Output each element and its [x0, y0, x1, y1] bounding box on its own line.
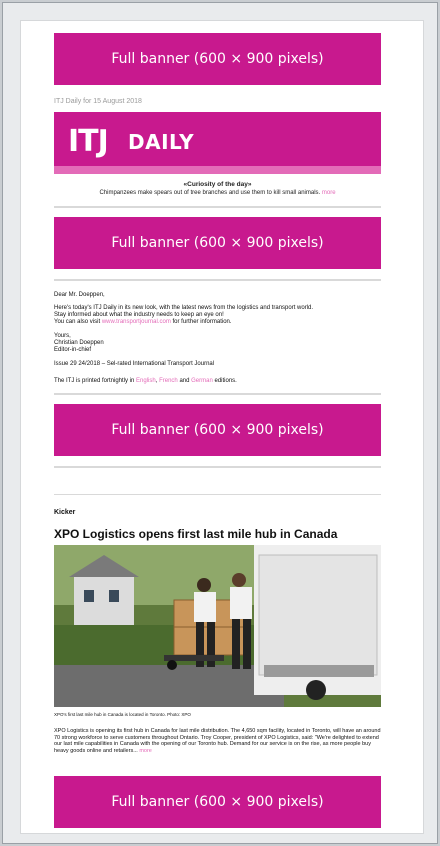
issue-link[interactable]: Issue 29 24/2018 – Sel-rated Internation… [54, 361, 381, 368]
divider [54, 279, 381, 281]
curiosity-text: Chimpanzees make spears out of tree bran… [99, 190, 336, 196]
full-banner-2[interactable]: Full banner (600 × 900 pixels) [54, 217, 381, 269]
delivery-photo-illustration [54, 545, 381, 707]
article-headline[interactable]: XPO Logistics opens first last mile hub … [54, 527, 337, 541]
full-banner-3[interactable]: Full banner (600 × 900 pixels) [54, 404, 381, 456]
letter-greeting: Dear Mr. Doeppen, [54, 292, 105, 298]
curiosity-title: «Curiosity of the day» [183, 181, 252, 188]
curiosity-more-link[interactable]: more [322, 190, 336, 196]
logo-itj: ITJ [68, 124, 109, 159]
logo-bottom-stripe [54, 166, 381, 174]
letter-line-2: Stay informed about what the industry ne… [54, 312, 224, 318]
divider [54, 206, 381, 208]
photo-caption: XPO's first last mile hub in Canada is l… [54, 712, 191, 717]
letter-line-3: You can also visit www.transportjournal.… [54, 319, 232, 325]
edition-french-link[interactable]: French [159, 378, 178, 384]
logo-daily: DAILY [128, 130, 195, 154]
divider [54, 466, 381, 468]
divider [54, 393, 381, 395]
letter-line-1: Here's today's ITJ Daily in its new look… [54, 305, 314, 311]
edition-german-link[interactable]: German [191, 378, 213, 384]
letter-closing: Yours, [54, 333, 71, 339]
editions-line: The ITJ is printed fortnightly in Englis… [54, 378, 237, 384]
article-photo[interactable] [54, 545, 381, 707]
article-kicker: Kicker [54, 509, 76, 516]
itj-daily-logo[interactable]: ITJ DAILY [54, 112, 381, 174]
letter-name: Christian Doeppen [54, 340, 104, 346]
letter-role: Editor-in-chief [54, 347, 92, 353]
website-link[interactable]: www.transportjournal.com [102, 319, 171, 325]
article-body: XPO Logistics is opening its first hub i… [54, 728, 381, 754]
article-more-link[interactable]: more [139, 748, 152, 754]
full-banner-bottom[interactable]: Full banner (600 × 900 pixels) [54, 776, 381, 828]
full-banner-top[interactable]: Full banner (600 × 900 pixels) [54, 33, 381, 85]
date-line: ITJ Daily for 15 August 2018 [54, 98, 142, 105]
divider [54, 494, 381, 495]
edition-english-link[interactable]: English [136, 378, 156, 384]
